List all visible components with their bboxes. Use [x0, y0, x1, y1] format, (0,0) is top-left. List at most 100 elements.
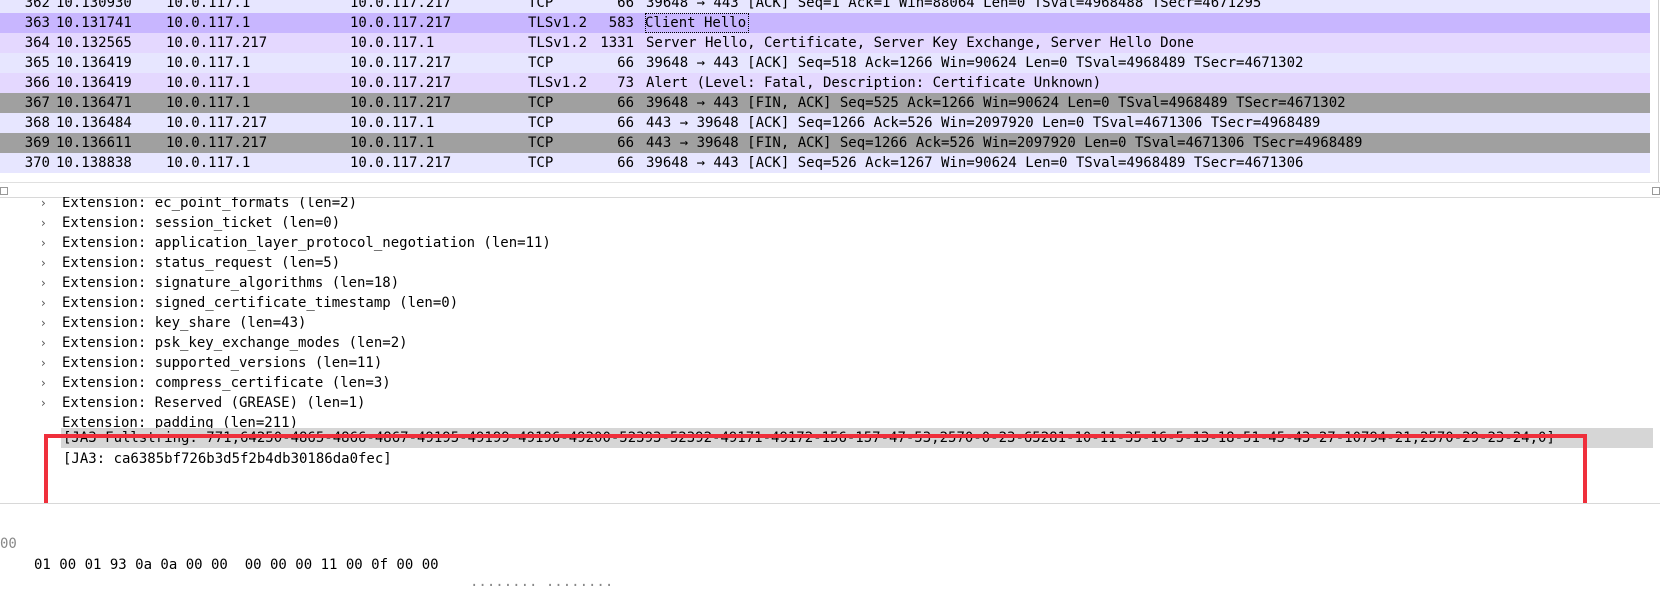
tree-item-label: Extension: signature_algorithms (len=18) — [62, 275, 400, 291]
packet-no: 366 — [24, 75, 50, 91]
packet-destination: 10.0.117.217 — [350, 15, 452, 31]
packet-no: 362 — [24, 0, 50, 11]
packet-info: Alert (Level: Fatal, Description: Certif… — [646, 75, 1102, 91]
packet-no: 365 — [24, 55, 50, 71]
packet-bytes-pane[interactable]: 00 01 00 01 93 0a 0a 00 00 00 00 00 11 0… — [0, 513, 1660, 594]
packet-protocol: TLSv1.2 — [528, 75, 588, 91]
tree-item-extension[interactable]: › Extension: ec_point_formats (len=2) — [0, 197, 1650, 214]
packet-list[interactable]: 362 10.130930 10.0.117.1 10.0.117.217 TCP 66 3… — [0, 0, 1659, 182]
bytes-ascii: ········ ········ — [470, 578, 614, 594]
packet-info: 39648 → 443 [FIN, ACK] Seq=525 Ack=1266 … — [646, 95, 1346, 111]
tree-item-extension[interactable]: › Extension: application_layer_protocol_n… — [0, 233, 1650, 254]
bytes-offset: 00 — [0, 536, 17, 552]
tree-item-label: Extension: status_request (len=5) — [62, 255, 341, 271]
packet-protocol: TCP — [528, 55, 554, 71]
packet-source: 10.0.117.217 — [166, 115, 268, 131]
tree-item-extension[interactable]: › Extension: supported_versions (len=11) — [0, 353, 1650, 374]
packet-time: 10.138838 — [56, 155, 132, 171]
tree-item-extension[interactable]: › Extension: signature_algorithms (len=18… — [0, 273, 1650, 294]
packet-source: 10.0.117.1 — [166, 155, 251, 171]
packet-no: 364 — [24, 35, 50, 51]
pane-splitter[interactable] — [0, 182, 1660, 198]
packet-length: 66 — [617, 115, 634, 131]
packet-info: 39648 → 443 [ACK] Seq=1 Ack=1 Win=88064 … — [646, 0, 1262, 11]
packet-protocol: TLSv1.2 — [528, 15, 588, 31]
chevron-right-icon[interactable]: › — [41, 353, 46, 374]
tree-item-extension[interactable]: › Extension: session_ticket (len=0) — [0, 213, 1650, 234]
packet-row[interactable]: 363 10.131741 10.0.117.1 10.0.117.217 TLSv1.… — [0, 13, 1650, 33]
tree-item-label: Extension: ec_point_formats (len=2) — [62, 197, 358, 211]
tree-item-label: Extension: supported_versions (len=11) — [62, 355, 383, 371]
packet-row[interactable]: 364 10.132565 10.0.117.217 10.0.117.1 TLSv1.… — [0, 33, 1650, 53]
packet-protocol: TCP — [528, 155, 554, 171]
packet-length: 66 — [617, 95, 634, 111]
packet-row[interactable]: 368 10.136484 10.0.117.217 10.0.117.1 TCP 66 4… — [0, 113, 1650, 133]
packet-length: 66 — [617, 55, 634, 71]
packet-info: 443 → 39648 [FIN, ACK] Seq=1266 Ack=526 … — [646, 135, 1363, 151]
chevron-right-icon[interactable]: › — [41, 253, 46, 274]
chevron-right-icon[interactable]: › — [41, 213, 46, 234]
packet-time: 10.130930 — [56, 0, 132, 11]
tree-item-extension[interactable]: › Extension: signed_certificate_timestamp… — [0, 293, 1650, 314]
chevron-right-icon[interactable]: › — [41, 393, 46, 414]
packet-source: 10.0.117.1 — [166, 75, 251, 91]
packet-time: 10.136471 — [56, 95, 132, 111]
chevron-right-icon[interactable]: › — [41, 233, 46, 254]
packet-row[interactable]: 370 10.138838 10.0.117.1 10.0.117.217 TCP 66 3… — [0, 153, 1650, 173]
pane-splitter[interactable] — [0, 503, 1660, 512]
chevron-right-icon[interactable]: › — [41, 333, 46, 354]
packet-destination: 10.0.117.217 — [350, 155, 452, 171]
packet-info: 39648 → 443 [ACK] Seq=526 Ack=1267 Win=9… — [646, 155, 1304, 171]
resize-handle[interactable] — [1652, 187, 1660, 195]
packet-protocol: TCP — [528, 115, 554, 131]
packet-protocol: TLSv1.2 — [528, 35, 588, 51]
packet-time: 10.136419 — [56, 75, 132, 91]
tree-item-extension[interactable]: › Extension: psk_key_exchange_modes (len=… — [0, 333, 1650, 354]
packet-row[interactable]: 367 10.136471 10.0.117.1 10.0.117.217 TCP 66 3… — [0, 93, 1650, 113]
chevron-right-icon[interactable]: › — [41, 293, 46, 314]
chevron-right-icon[interactable]: › — [41, 313, 46, 334]
tree-item-extension[interactable]: › Extension: key_share (len=43) — [0, 313, 1650, 334]
packet-row[interactable]: 366 10.136419 10.0.117.1 10.0.117.217 TLSv1.… — [0, 73, 1650, 93]
packet-row[interactable]: 362 10.130930 10.0.117.1 10.0.117.217 TCP 66 3… — [0, 0, 1650, 13]
tree-item-extension[interactable]: › Extension: Reserved (GREASE) (len=1) — [0, 393, 1650, 414]
packet-source: 10.0.117.1 — [166, 15, 251, 31]
tree-item-label: Extension: compress_certificate (len=3) — [62, 375, 391, 391]
packet-length: 66 — [617, 0, 634, 11]
packet-info: Client Hello — [645, 13, 750, 33]
tree-item-extension[interactable]: › Extension: status_request (len=5) — [0, 253, 1650, 274]
packet-source: 10.0.117.1 — [166, 95, 251, 111]
tree-item-extension[interactable]: › Extension: compress_certificate (len=3) — [0, 373, 1650, 394]
packet-protocol: TCP — [528, 135, 554, 151]
chevron-right-icon[interactable]: › — [41, 373, 46, 394]
packet-length: 583 — [608, 15, 634, 31]
packet-row[interactable]: 365 10.136419 10.0.117.1 10.0.117.217 TCP 66 3… — [0, 53, 1650, 73]
packet-destination: 10.0.117.217 — [350, 75, 452, 91]
packet-destination: 10.0.117.217 — [350, 0, 452, 11]
packet-source: 10.0.117.217 — [166, 135, 268, 151]
packet-no: 370 — [24, 155, 50, 171]
packet-time: 10.136611 — [56, 135, 132, 151]
packet-time: 10.131741 — [56, 15, 132, 31]
packet-no: 363 — [24, 15, 50, 31]
tree-item-label: Extension: signed_certificate_timestamp … — [62, 295, 459, 311]
resize-handle[interactable] — [0, 187, 8, 195]
packet-time: 10.136419 — [56, 55, 132, 71]
packet-length: 66 — [617, 155, 634, 171]
packet-destination: 10.0.117.217 — [350, 55, 452, 71]
packet-destination: 10.0.117.1 — [350, 35, 435, 51]
tree-item-label: Extension: psk_key_exchange_modes (len=2… — [62, 335, 408, 351]
packet-source: 10.0.117.1 — [166, 55, 251, 71]
packet-no: 369 — [24, 135, 50, 151]
tree-item-label: Extension: session_ticket (len=0) — [62, 215, 341, 231]
packet-info: Server Hello, Certificate, Server Key Ex… — [646, 35, 1194, 51]
tree-item-label: Extension: application_layer_protocol_ne… — [62, 235, 551, 251]
packet-row[interactable]: 369 10.136611 10.0.117.217 10.0.117.1 TCP 66 4… — [0, 133, 1650, 153]
packet-source: 10.0.117.1 — [166, 0, 251, 11]
chevron-right-icon[interactable]: › — [41, 273, 46, 294]
packet-protocol: TCP — [528, 0, 554, 11]
packet-destination: 10.0.117.1 — [350, 115, 435, 131]
chevron-right-icon[interactable]: › — [41, 197, 46, 214]
packet-no: 367 — [24, 95, 50, 111]
bytes-hex: 01 00 01 93 0a 0a 00 00 00 00 00 11 00 0… — [34, 557, 439, 573]
